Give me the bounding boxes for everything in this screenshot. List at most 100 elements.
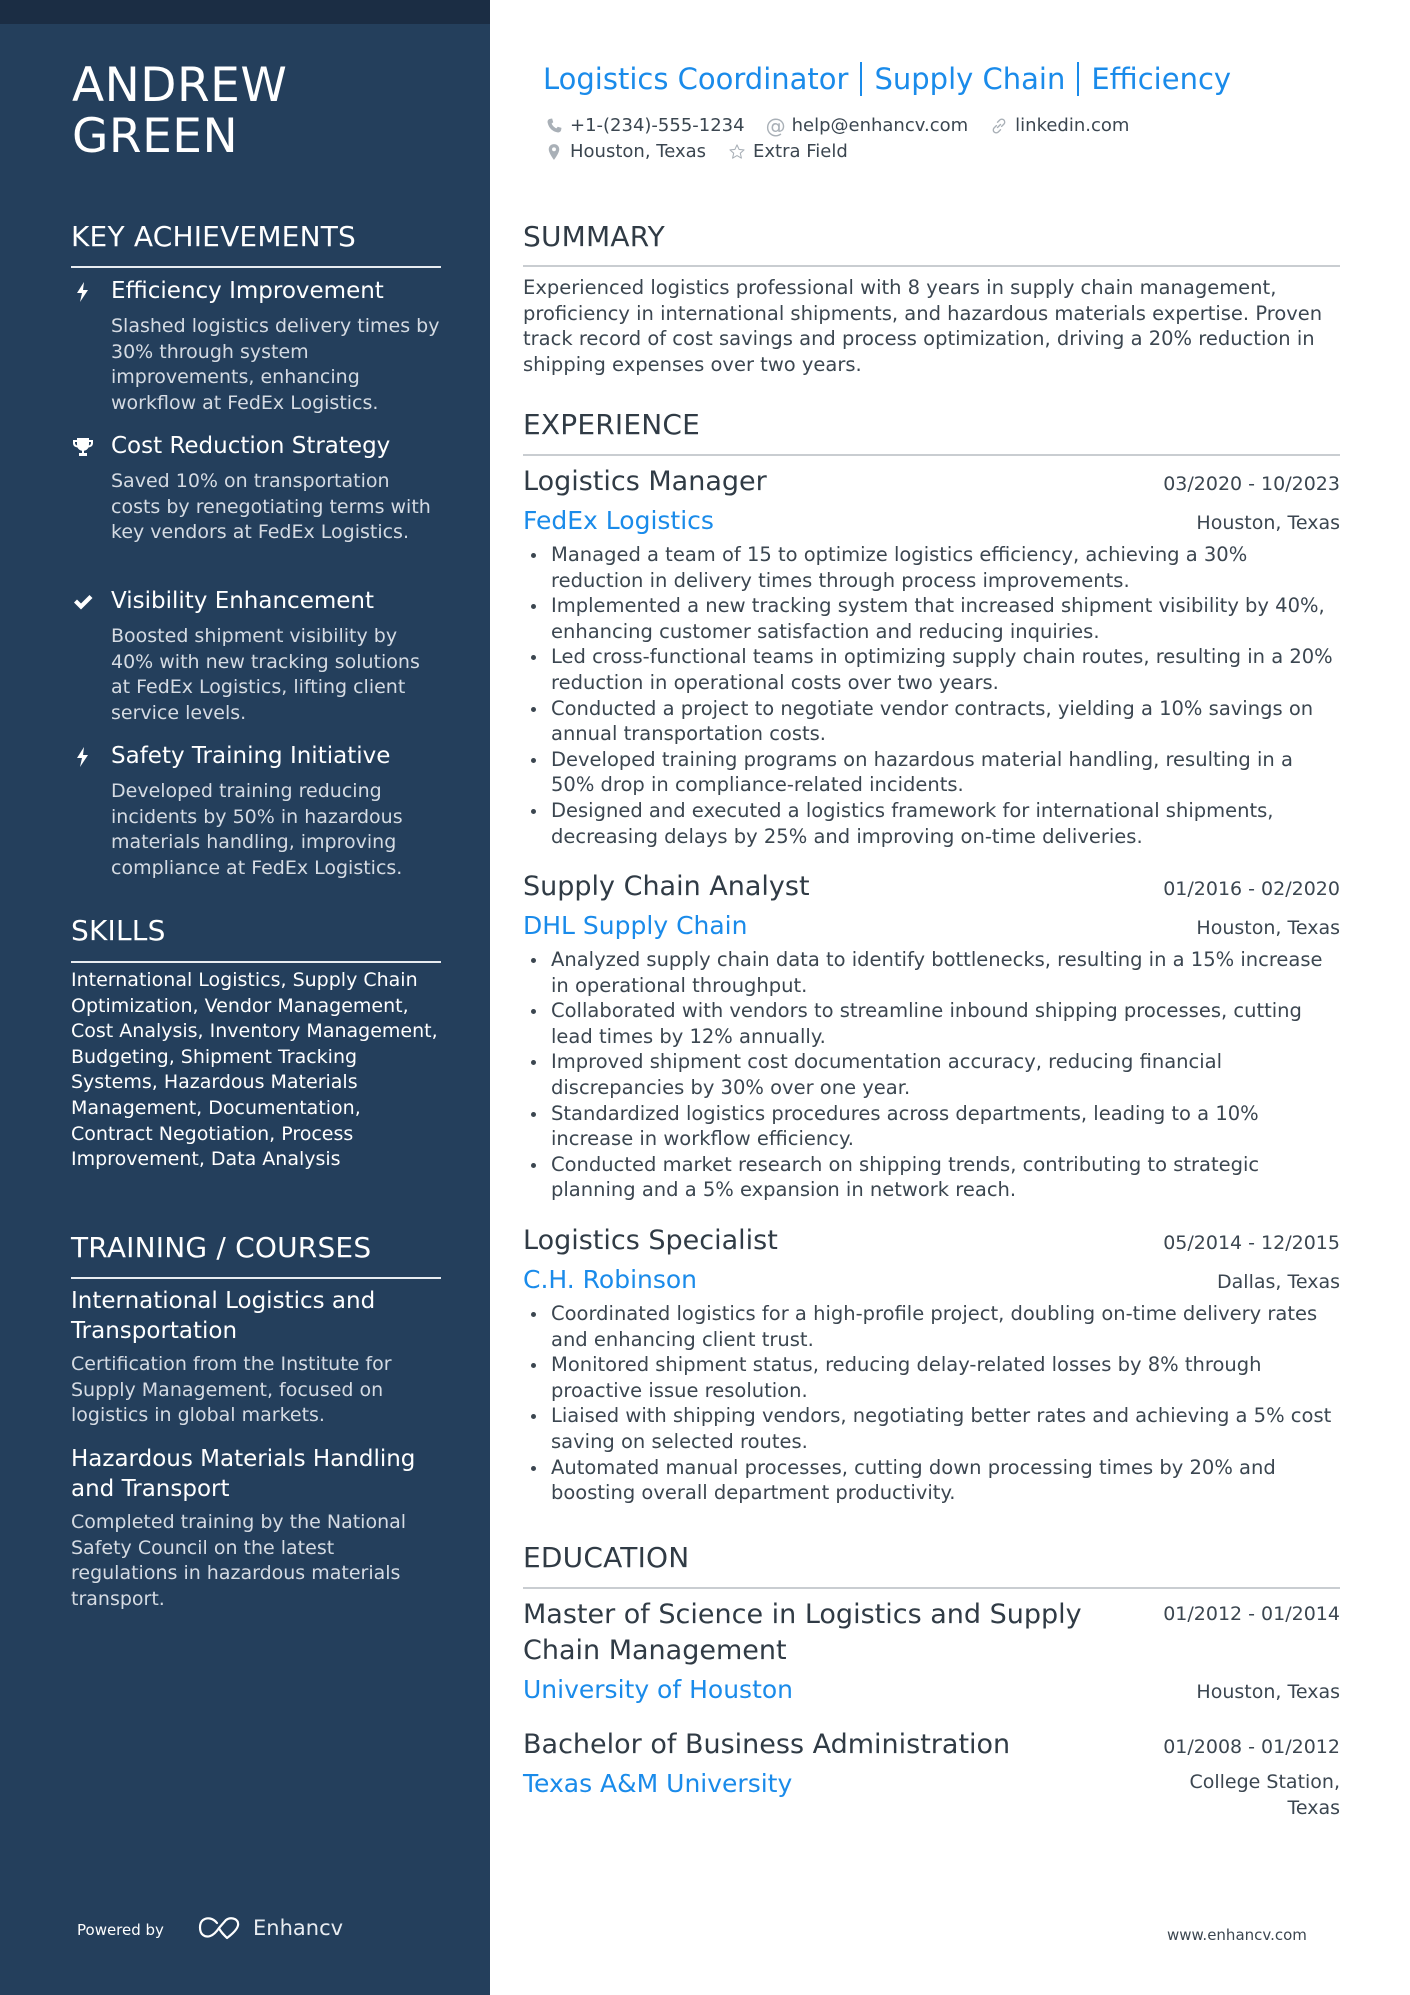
skills-heading: SKILLS (71, 914, 166, 947)
job-location: Dallas, Texas (1217, 1271, 1340, 1293)
bolt-icon (71, 745, 95, 769)
title-part: Logistics Coordinator (543, 62, 849, 96)
bullet-item: Conducted market research on shipping tr… (531, 1152, 1340, 1203)
company-name: FedEx Logistics (523, 506, 714, 535)
contact-location: Houston, Texas (545, 140, 706, 164)
company-name: C.H. Robinson (523, 1265, 698, 1294)
job-title: Logistics Manager (523, 466, 767, 497)
school-name: Texas A&M University (523, 1769, 793, 1798)
course-title: Hazardous Materials Handling and Transpo… (71, 1446, 416, 1502)
degree-title: Bachelor of Business Administration (523, 1729, 1011, 1760)
training-divider (71, 1277, 441, 1279)
training-heading: TRAINING / COURSES (71, 1231, 372, 1264)
school-location: Houston, Texas (1196, 1681, 1340, 1703)
experience-entry: Supply Chain Analyst 01/2016 - 02/2020 D… (523, 869, 1340, 1203)
contact-phone[interactable]: +1-(234)-555-1234 (545, 114, 745, 138)
headline-title: Logistics Coordinator Supply Chain Efficie… (543, 60, 1231, 98)
job-bullets: Managed a team of 15 to optimize logisti… (523, 542, 1340, 849)
enhancv-wordmark: Enhancv (253, 1916, 344, 1940)
contact-email[interactable]: @ help@enhancv.com (765, 114, 969, 138)
school-location: College Station, Texas (1189, 1771, 1340, 1819)
phone-icon (545, 117, 563, 135)
bullet-item: Collaborated with vendors to streamline … (531, 998, 1340, 1049)
education-dates: 01/2008 - 01/2012 (1163, 1736, 1340, 1758)
job-bullets: Analyzed supply chain data to identify b… (523, 947, 1340, 1203)
bullet-item: Led cross-functional teams in optimizing… (531, 644, 1340, 695)
education-entry: Master of Science in Logistics and Suppl… (523, 1597, 1340, 1707)
bullet-item: Improved shipment cost documentation acc… (531, 1049, 1340, 1100)
bullet-item: Automated manual processes, cutting down… (531, 1455, 1340, 1506)
trophy-icon (71, 435, 95, 459)
skills-divider (71, 961, 441, 963)
achievement-title: Efficiency Improvement (111, 278, 384, 304)
course-item: Hazardous Materials Handling and Transpo… (71, 1444, 446, 1612)
title-part: Efficiency (1091, 62, 1232, 96)
bullet-item: Managed a team of 15 to optimize logisti… (531, 542, 1340, 593)
degree-title: Master of Science in Logistics and Suppl… (523, 1599, 1082, 1666)
bullet-item: Developed training programs on hazardous… (531, 747, 1340, 798)
education-divider (523, 1587, 1340, 1589)
course-item: International Logistics and Transportati… (71, 1286, 446, 1429)
extra-field-text: Extra Field (753, 141, 848, 162)
achievement-description: Boosted shipment visibility by 40% with … (111, 625, 420, 724)
contact-link[interactable]: linkedin.com (990, 114, 1129, 138)
company-name: DHL Supply Chain (523, 911, 748, 940)
course-description: Certification from the Institute for Sup… (71, 1353, 392, 1427)
education-entry: Bachelor of Business Administration 01/2… (523, 1727, 1340, 1821)
bullet-item: Conducted a project to negotiate vendor … (531, 696, 1340, 747)
education-heading: EDUCATION (523, 1541, 690, 1574)
email-text: help@enhancv.com (791, 115, 969, 136)
skills-list: International Logistics, Supply Chain Op… (71, 969, 438, 1171)
bullet-item: Implemented a new tracking system that i… (531, 593, 1340, 644)
achievement-title: Visibility Enhancement (111, 588, 375, 614)
job-title: Logistics Specialist (523, 1225, 778, 1256)
bullet-item: Coordinated logistics for a high-profile… (531, 1301, 1340, 1352)
experience-heading: EXPERIENCE (523, 408, 701, 441)
enhancv-logo-icon (198, 1917, 240, 1940)
at-icon: @ (765, 114, 786, 138)
job-location: Houston, Texas (1196, 512, 1340, 534)
school-name: University of Houston (523, 1675, 794, 1704)
bullet-item: Monitored shipment status, reducing dela… (531, 1352, 1340, 1403)
contact-row-1: +1-(234)-555-1234 @ help@enhancv.com lin… (545, 114, 1129, 138)
footer-url[interactable]: www.enhancv.com (1167, 1925, 1307, 1945)
experience-entry: Logistics Manager 03/2020 - 10/2023 FedE… (523, 464, 1340, 849)
experience-entry: Logistics Specialist 05/2014 - 12/2015 C… (523, 1223, 1340, 1506)
achievement-description: Developed training reducing incidents by… (111, 780, 403, 879)
star-icon (728, 143, 746, 161)
achievement-description: Slashed logistics delivery times by 30% … (111, 315, 440, 414)
bullet-item: Standardized logistics procedures across… (531, 1101, 1340, 1152)
achievement-title: Cost Reduction Strategy (111, 433, 391, 459)
course-description: Completed training by the National Safet… (71, 1511, 407, 1610)
enhancv-logo[interactable]: Enhancv (197, 1914, 343, 1942)
candidate-name: ANDREW GREEN (72, 60, 472, 162)
achievement-description: Saved 10% on transportation costs by ren… (111, 470, 431, 544)
bullet-item: Designed and executed a logistics framew… (531, 798, 1340, 849)
achievements-divider (71, 266, 441, 268)
summary-divider (523, 265, 1340, 267)
education-dates: 01/2012 - 01/2014 (1163, 1603, 1340, 1625)
job-dates: 05/2014 - 12/2015 (1163, 1232, 1340, 1254)
first-name: ANDREW (72, 58, 288, 113)
location-text: Houston, Texas (570, 141, 707, 162)
check-icon (71, 590, 95, 614)
link-text: linkedin.com (1015, 115, 1130, 136)
title-separator (1077, 62, 1080, 96)
contact-extra: Extra Field (728, 140, 848, 164)
job-location: Houston, Texas (1196, 917, 1340, 939)
job-dates: 01/2016 - 02/2020 (1163, 878, 1340, 900)
achievements-heading: KEY ACHIEVEMENTS (71, 220, 356, 253)
summary-heading: SUMMARY (523, 220, 665, 253)
location-pin-icon (545, 143, 563, 161)
bullet-item: Analyzed supply chain data to identify b… (531, 947, 1340, 998)
job-title: Supply Chain Analyst (523, 871, 810, 902)
powered-by-label: Powered by (77, 1921, 164, 1939)
title-separator (860, 62, 863, 96)
phone-text: +1-(234)-555-1234 (570, 115, 745, 136)
achievement-title: Safety Training Initiative (111, 743, 391, 769)
bullet-item: Liaised with shipping vendors, negotiati… (531, 1403, 1340, 1454)
bolt-icon (71, 280, 95, 304)
job-dates: 03/2020 - 10/2023 (1163, 473, 1340, 495)
course-title: International Logistics and Transportati… (71, 1288, 376, 1344)
job-bullets: Coordinated logistics for a high-profile… (523, 1301, 1340, 1506)
